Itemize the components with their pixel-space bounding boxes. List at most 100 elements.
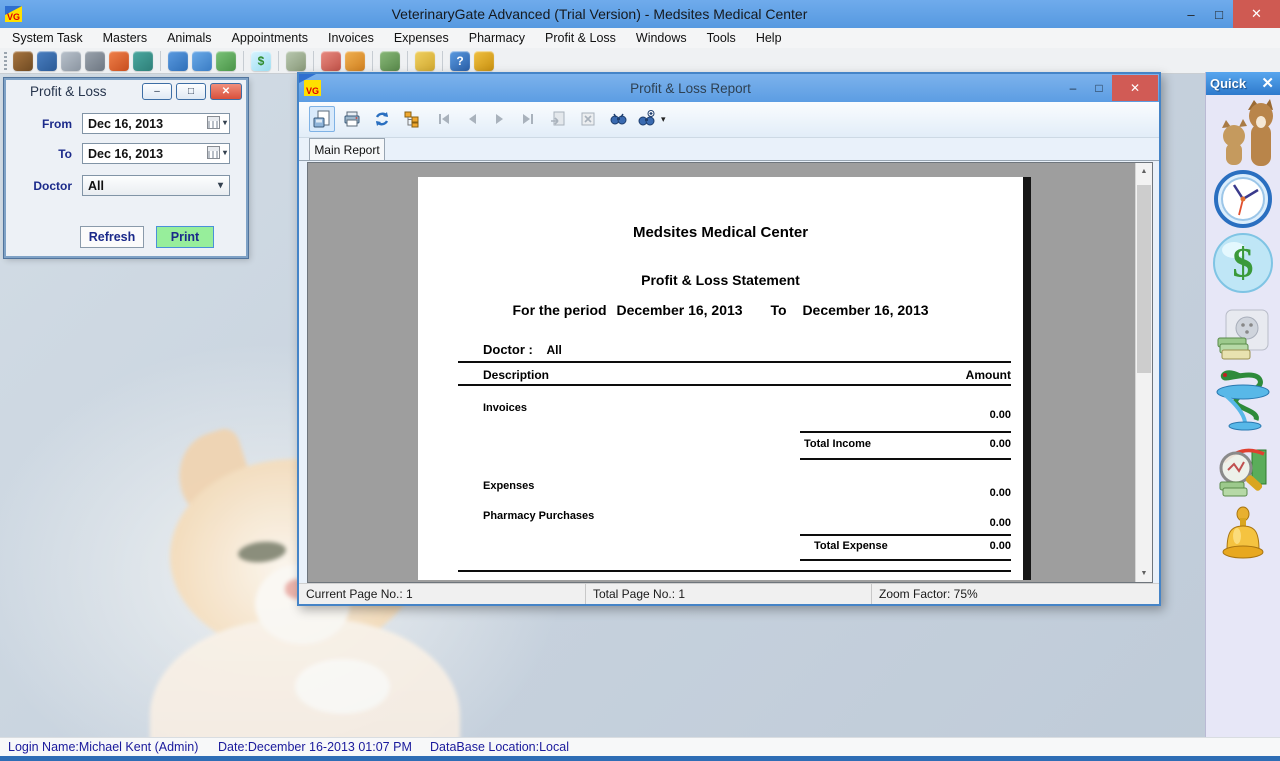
refresh-button[interactable]: Refresh [80, 226, 144, 248]
to-date-field[interactable]: Dec 16, 2013 ▾ [82, 143, 230, 164]
menu-tools[interactable]: Tools [697, 28, 746, 48]
from-date-value: Dec 16, 2013 [88, 117, 163, 131]
pets-icon[interactable] [1212, 98, 1274, 168]
quick-panel: Quick ✕ $ [1205, 72, 1280, 737]
divider [458, 384, 1011, 386]
toolbar-separator [243, 51, 244, 71]
dollar-icon[interactable]: $ [1212, 232, 1274, 294]
report-viewer-toolbar: ▾ [299, 102, 1159, 138]
export-report-icon[interactable] [309, 106, 335, 132]
toolbar-separator [372, 51, 373, 71]
clock-icon[interactable] [1214, 170, 1272, 228]
menu-help[interactable]: Help [746, 28, 792, 48]
row-invoices-label: Invoices [483, 402, 527, 414]
total-income-amount: 0.00 [911, 438, 1011, 450]
zoom-icon[interactable] [633, 106, 659, 132]
divider [800, 431, 1011, 433]
group-tree-icon[interactable] [399, 106, 425, 132]
to-date-value: Dec 16, 2013 [88, 147, 163, 161]
calendar-icon[interactable] [207, 116, 220, 129]
animals-dog-icon[interactable] [13, 51, 33, 71]
report-titlebar: VG Profit & Loss Report – □ ✕ [299, 74, 1159, 102]
vertical-scrollbar[interactable]: ▲ ▼ [1135, 163, 1152, 582]
next-page-icon [487, 106, 513, 132]
report-window-title: Profit & Loss Report [321, 81, 1060, 96]
reminder-bell-icon[interactable] [1217, 506, 1269, 562]
quick-close-icon[interactable]: ✕ [1261, 74, 1274, 92]
maximize-button[interactable]: □ [1205, 0, 1233, 28]
doctor-label: Doctor : [483, 342, 533, 357]
dialog-minimize-button[interactable]: – [142, 83, 172, 100]
scrollbar-thumb[interactable] [1137, 185, 1151, 373]
divider [458, 361, 1011, 363]
reminder-bird-icon[interactable] [415, 51, 435, 71]
current-page-status: Current Page No.: 1 [299, 584, 586, 604]
chevron-down-icon[interactable]: ▾ [223, 148, 227, 157]
main-titlebar: VG VeterinaryGate Advanced (Trial Versio… [0, 0, 1280, 28]
last-page-icon [515, 106, 541, 132]
calendar-icon[interactable] [192, 51, 212, 71]
divider [800, 534, 1011, 536]
grooming-tool-icon[interactable] [61, 51, 81, 71]
period-label: For the period [512, 302, 606, 318]
chevron-down-icon[interactable]: ▾ [223, 118, 227, 127]
doctor-select[interactable]: All ▾ [82, 175, 230, 196]
purchases-icon[interactable] [321, 51, 341, 71]
dialog-close-button[interactable]: ✕ [210, 83, 242, 100]
dollar-icon[interactable]: $ [251, 51, 271, 71]
expense-icon[interactable] [286, 51, 306, 71]
tab-main-report[interactable]: Main Report [309, 138, 385, 160]
undo-arrow-icon[interactable] [345, 51, 365, 71]
scroll-up-button[interactable]: ▲ [1136, 163, 1152, 180]
menu-profit-loss[interactable]: Profit & Loss [535, 28, 626, 48]
menu-windows[interactable]: Windows [626, 28, 697, 48]
surgical-tool-icon[interactable] [85, 51, 105, 71]
menu-masters[interactable]: Masters [93, 28, 157, 48]
report-close-button[interactable]: ✕ [1112, 75, 1158, 101]
menu-appointments[interactable]: Appointments [222, 28, 318, 48]
dialog-maximize-button[interactable]: □ [176, 83, 206, 100]
bird-icon[interactable] [133, 51, 153, 71]
toolbar-separator [278, 51, 279, 71]
invoice-money-icon[interactable] [216, 51, 236, 71]
zoom-dropdown-caret[interactable]: ▾ [661, 114, 666, 125]
menu-invoices[interactable]: Invoices [318, 28, 384, 48]
calendar-icon[interactable] [207, 146, 220, 159]
print-button[interactable]: Print [156, 226, 214, 248]
report-minimize-button[interactable]: – [1060, 75, 1086, 101]
menu-system-task[interactable]: System Task [2, 28, 93, 48]
pharmacy-icon[interactable] [1210, 366, 1276, 434]
close-view-icon [575, 106, 601, 132]
minimize-button[interactable]: – [1177, 0, 1205, 28]
toolbar-separator [160, 51, 161, 71]
print-report-icon[interactable] [339, 106, 365, 132]
refresh-icon[interactable] [369, 106, 395, 132]
total-expense-label: Total Expense [814, 540, 888, 552]
close-button[interactable]: ✕ [1233, 0, 1280, 28]
app-logo-icon: VG [5, 6, 22, 22]
quick-panel-title: Quick [1210, 76, 1246, 91]
menu-bar: System Task Masters Animals Appointments… [0, 28, 1280, 48]
menu-animals[interactable]: Animals [157, 28, 221, 48]
scroll-down-button[interactable]: ▼ [1136, 565, 1152, 582]
tab-strip-line [299, 160, 1159, 161]
row-invoices-amount: 0.00 [911, 409, 1011, 421]
report-statement-title: Profit & Loss Statement [418, 272, 1023, 288]
goto-page-icon [545, 106, 571, 132]
bell-icon[interactable] [474, 51, 494, 71]
menu-expenses[interactable]: Expenses [384, 28, 459, 48]
from-date-field[interactable]: Dec 16, 2013 ▾ [82, 113, 230, 134]
find-icon[interactable] [605, 106, 631, 132]
report-maximize-button[interactable]: □ [1086, 75, 1112, 101]
help-icon[interactable]: ? [450, 51, 470, 71]
masters-book-icon[interactable] [37, 51, 57, 71]
sales-chart-icon[interactable] [380, 51, 400, 71]
report-doctor-line: Doctor : All [483, 342, 562, 357]
payment-icon[interactable] [1216, 308, 1270, 362]
thermometer-icon[interactable] [109, 51, 129, 71]
chevron-down-icon: ▾ [218, 180, 223, 191]
appointments-clock-icon[interactable] [168, 51, 188, 71]
report-statusbar: Current Page No.: 1 Total Page No.: 1 Zo… [299, 583, 1159, 604]
reports-search-icon[interactable] [1214, 442, 1272, 500]
menu-pharmacy[interactable]: Pharmacy [459, 28, 535, 48]
